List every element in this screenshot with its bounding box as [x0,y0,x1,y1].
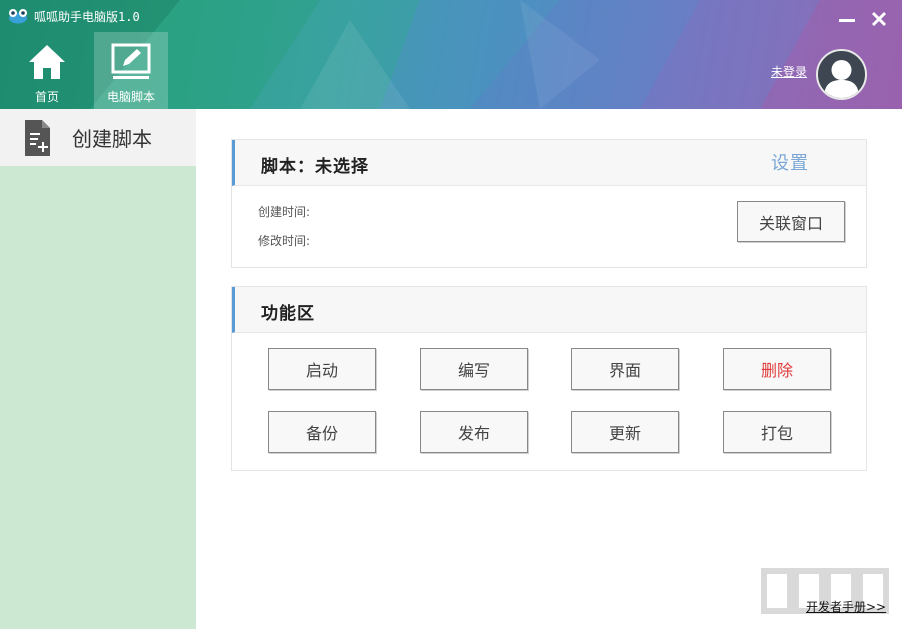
header-banner: 呱呱助手电脑版1.0 首页 电脑脚本 未登录 [0,0,902,109]
minimize-button[interactable] [836,8,858,30]
edit-screen-icon [111,43,151,79]
package-button[interactable]: 打包 [723,411,831,453]
write-button[interactable]: 编写 [420,348,528,390]
backup-button[interactable]: 备份 [268,411,376,453]
delete-button[interactable]: 删除 [723,348,831,390]
sidebar-item-create-script[interactable]: 创建脚本 [0,109,196,166]
function-panel: 功能区 启动 编写 界面 删除 备份 发布 更新 打包 [231,286,867,471]
function-panel-header: 功能区 [232,287,866,333]
script-title: 脚本：未选择 [261,157,369,177]
sidebar: 创建脚本 [0,109,196,629]
tab-home-label: 首页 [34,90,59,104]
function-panel-title: 功能区 [261,304,315,324]
avatar[interactable] [816,49,867,100]
home-icon [29,45,65,79]
publish-button[interactable]: 发布 [420,411,528,453]
update-button[interactable]: 更新 [571,411,679,453]
login-link[interactable]: 未登录 [771,63,807,80]
app-title: 呱呱助手电脑版1.0 [34,9,140,24]
modified-time-label: 修改时间: [258,234,311,248]
tab-home[interactable]: 首页 [10,32,84,109]
tab-pc-script[interactable]: 电脑脚本 [94,32,168,109]
associate-window-button[interactable]: 关联窗口 [737,201,845,242]
developer-manual-link[interactable]: 开发者手册>> [806,598,886,615]
start-button[interactable]: 启动 [268,348,376,390]
close-icon [871,11,887,27]
frog-logo-icon [9,9,27,24]
interface-button[interactable]: 界面 [571,348,679,390]
new-document-icon [25,119,50,156]
script-panel-header: 脚本：未选择 设置 [232,140,866,186]
sidebar-item-label: 创建脚本 [72,127,152,151]
tab-pc-script-label: 电脑脚本 [106,90,155,104]
settings-link[interactable]: 设置 [771,149,809,175]
close-button[interactable] [868,8,890,30]
created-time-label: 创建时间: [258,205,311,219]
script-info-panel: 脚本：未选择 设置 创建时间: 修改时间: 关联窗口 [231,139,867,268]
user-avatar-icon [824,60,859,98]
watermark-graphic [761,568,889,614]
minimize-icon [839,19,855,22]
title-bar: 呱呱助手电脑版1.0 [8,6,140,26]
